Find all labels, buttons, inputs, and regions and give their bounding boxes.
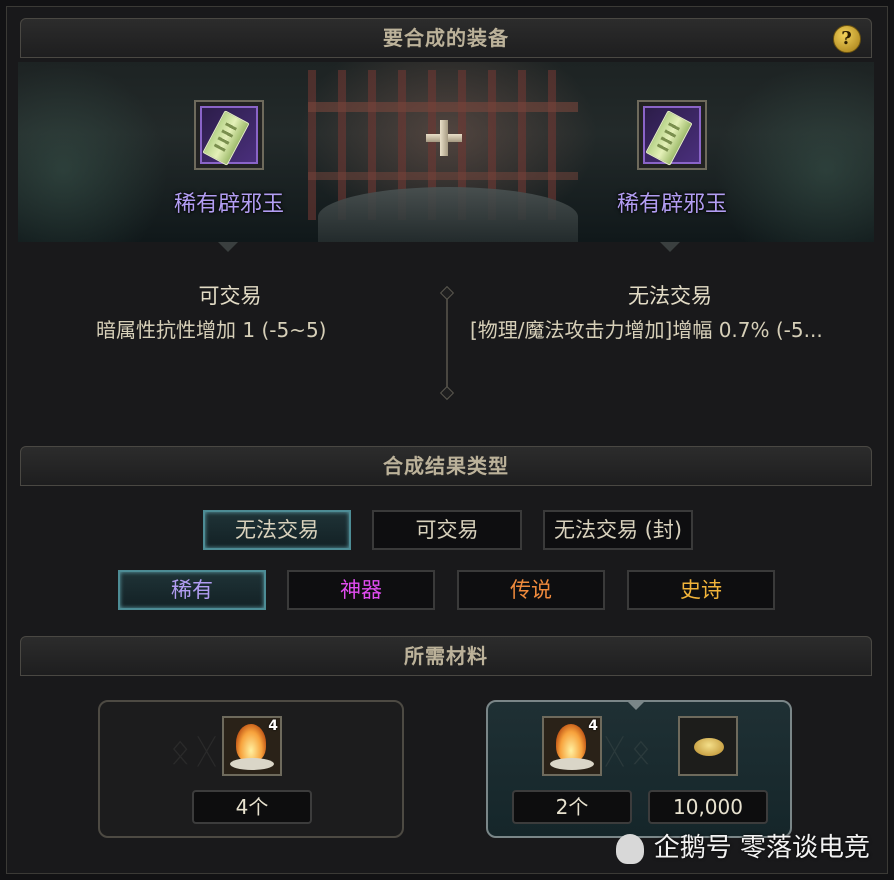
selection-pointer [626,700,646,710]
right-pointer [660,242,680,252]
material-option-left[interactable]: ᛟᚷᛟ 4 4个 [98,700,404,838]
plate-icon [550,758,594,770]
jade-icon [202,110,250,166]
gold-amount: 10,000 [648,790,768,824]
item-frame [200,106,258,166]
watermark-text: 企鹅号 零落谈电竞 [653,833,870,863]
trade-option-untradeable[interactable]: 无法交易 [203,510,351,550]
item-frame [643,106,701,166]
equipment-section-header: 要合成的装备 ? [20,18,872,58]
flame-icon [236,724,266,762]
left-item-slot[interactable] [194,100,264,170]
jade-icon [645,110,693,166]
stack-count: 4 [588,718,598,734]
right-item-name: 稀有辟邪玉 [616,192,727,217]
left-pointer [218,242,238,252]
material-option-right[interactable]: ᛟᚷᛟ 4 2个 10,000 [486,700,792,838]
material-count: 2个 [512,790,632,824]
left-item-attribute: 暗属性抗性增加 1 (-5~5) [96,318,327,342]
penguin-icon [615,833,644,864]
plate-icon [230,758,274,770]
material-count: 4个 [192,790,312,824]
scene-gate-rail [308,102,578,112]
rarity-option-epic[interactable]: 史诗 [627,570,775,610]
result-section-title: 合成结果类型 [383,454,509,478]
material-slot[interactable]: 4 [542,716,602,776]
materials-section-title: 所需材料 [404,644,488,668]
trade-option-sealed[interactable]: 无法交易 (封) [543,510,693,550]
rarity-option-rare[interactable]: 稀有 [118,570,266,610]
material-slot[interactable]: 4 [222,716,282,776]
materials-section-header: 所需材料 [20,636,872,676]
trade-option-tradeable[interactable]: 可交易 [372,510,522,550]
right-trade-status: 无法交易 [628,284,712,308]
scene-gate-rail [308,172,578,180]
result-section-header: 合成结果类型 [20,446,872,486]
scene-altar [318,187,578,242]
flame-icon [556,724,586,762]
watermark: 企鹅号 零落谈电竞 [615,827,870,864]
plus-icon [424,118,464,158]
info-divider [446,292,448,392]
left-item-name: 稀有辟邪玉 [173,192,284,217]
equipment-section-title: 要合成的装备 [383,26,509,50]
help-button[interactable]: ? [833,25,861,53]
right-item-slot[interactable] [637,100,707,170]
rarity-option-artifact[interactable]: 神器 [287,570,435,610]
gold-slot[interactable] [678,716,738,776]
right-item-attribute: [物理/魔法攻击力增加]增幅 0.7% (-5... [470,318,823,342]
stack-count: 4 [268,718,278,734]
rarity-option-legendary[interactable]: 传说 [457,570,605,610]
gold-coins-icon [694,738,724,756]
left-trade-status: 可交易 [198,284,262,308]
